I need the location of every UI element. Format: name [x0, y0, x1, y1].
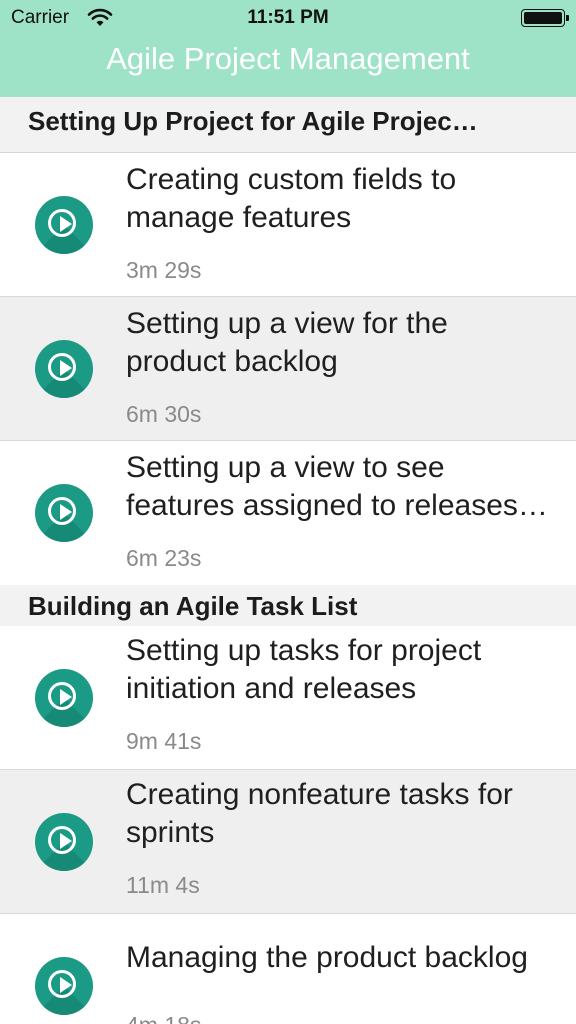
app-screen: Carrier 11:51 PM Agile Project Managemen…: [0, 0, 576, 1024]
lesson-row[interactable]: Setting up tasks for project initiation …: [0, 626, 576, 770]
lesson-row[interactable]: Setting up a view for the product backlo…: [0, 297, 576, 441]
lesson-row[interactable]: Managing the product backlog 4m 18s: [0, 914, 576, 1024]
play-icon[interactable]: [35, 484, 93, 542]
lesson-title: Setting up a view for the product backlo…: [126, 307, 448, 378]
page-title: Agile Project Management: [106, 41, 470, 76]
lesson-duration: 11m 4s: [126, 872, 200, 898]
play-icon[interactable]: [35, 669, 93, 727]
lesson-title: Setting up a view to see features assign…: [126, 451, 548, 522]
section-header-setup: Setting Up Project for Agile Projec…: [0, 97, 576, 153]
lesson-title: Managing the product backlog: [126, 941, 528, 974]
play-icon[interactable]: [35, 813, 93, 871]
lesson-title: Creating custom fields to manage feature…: [126, 163, 457, 234]
play-icon[interactable]: [35, 957, 93, 1015]
lesson-duration: 9m 41s: [126, 728, 202, 754]
status-bar: Carrier 11:51 PM: [0, 0, 576, 38]
lesson-duration: 4m 18s: [126, 1012, 201, 1024]
battery-icon: [521, 9, 569, 27]
lesson-duration: 6m 30s: [126, 401, 202, 427]
lesson-row[interactable]: Creating custom fields to manage feature…: [0, 153, 576, 297]
lesson-title: Creating nonfeature tasks for sprints: [126, 778, 513, 849]
navigation-bar: Carrier 11:51 PM Agile Project Managemen…: [0, 0, 576, 97]
lesson-title: Setting up tasks for project initiation …: [126, 634, 482, 705]
play-icon[interactable]: [35, 196, 93, 254]
play-icon[interactable]: [35, 340, 93, 398]
clock: 11:51 PM: [247, 7, 329, 28]
lesson-row[interactable]: Creating nonfeature tasks for sprints 11…: [0, 770, 576, 914]
lesson-row[interactable]: Setting up a view to see features assign…: [0, 441, 576, 585]
lesson-duration: 3m 29s: [126, 257, 202, 283]
lesson-duration: 6m 23s: [126, 545, 202, 571]
section-header-task-list: Building an Agile Task List: [0, 585, 576, 626]
